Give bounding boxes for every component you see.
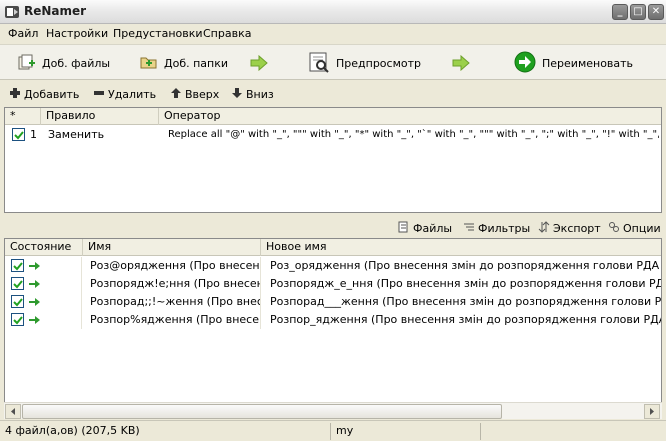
- add-rule-label: Добавить: [24, 88, 80, 101]
- column-separator: [260, 257, 261, 329]
- minimize-button[interactable]: _: [612, 4, 628, 20]
- rules-grid: * Правило Оператор 1 Заменить Replace al…: [4, 107, 662, 213]
- add-files-button[interactable]: Доб. файлы: [18, 51, 110, 75]
- arrow-up-icon: [171, 88, 181, 101]
- renamer-window: ReNamer _ □ ✕ Файл Настройки Предустанов…: [0, 0, 666, 441]
- scroll-left-button[interactable]: [5, 404, 21, 419]
- title-bar: ReNamer _ □ ✕: [0, 0, 666, 24]
- export-icon: [538, 221, 550, 236]
- file-name: Розпорядж!е;ння (Про внесенн...: [90, 277, 261, 290]
- remove-rule-label: Удалить: [108, 88, 157, 101]
- file-count-status: 4 файл(а,ов) (207,5 KB): [5, 424, 140, 437]
- export-button[interactable]: Экспорт: [538, 221, 601, 236]
- plus-icon: [10, 88, 20, 101]
- preview-icon: [308, 51, 330, 76]
- move-down-label: Вниз: [246, 88, 274, 101]
- files-grid: Состояние Имя Новое имя Роз@орядження (П…: [4, 238, 662, 402]
- file-checkbox[interactable]: [11, 277, 24, 290]
- status-arrow-icon: [29, 297, 41, 310]
- add-files-label: Доб. файлы: [42, 56, 111, 70]
- arrow-right-icon: [250, 54, 268, 72]
- column-header-new-name[interactable]: Новое имя: [261, 239, 661, 256]
- add-files-icon: [18, 54, 36, 73]
- user-status: my: [336, 424, 354, 437]
- filters-button[interactable]: Фильтры: [463, 221, 530, 236]
- file-new-name: Розпор_ядження (Про внесення змін до роз…: [270, 313, 661, 326]
- export-label: Экспорт: [553, 222, 601, 235]
- arrow-down-icon: [232, 88, 242, 101]
- files-menu-button[interactable]: Файлы: [398, 221, 452, 236]
- menu-settings[interactable]: Настройки: [46, 27, 108, 40]
- rename-label: Переименовать: [542, 56, 634, 70]
- rule-row[interactable]: 1 Заменить Replace all "@" with "_", """…: [5, 126, 661, 144]
- options-icon: [608, 221, 620, 236]
- preview-label: Предпросмотр: [336, 56, 421, 70]
- column-header-rule[interactable]: Правило: [41, 108, 159, 125]
- rename-button[interactable]: Переименовать: [514, 51, 633, 75]
- rules-grid-header: * Правило Оператор: [5, 108, 661, 125]
- file-checkbox[interactable]: [11, 313, 24, 326]
- add-folders-icon: [140, 54, 158, 73]
- rule-checkbox[interactable]: [12, 128, 25, 141]
- horizontal-scrollbar[interactable]: [4, 402, 662, 419]
- menu-help[interactable]: Справка: [203, 27, 251, 40]
- file-name: Роз@орядження (Про внесенн...: [90, 259, 261, 272]
- minus-icon: [94, 88, 104, 101]
- file-row[interactable]: Розпорад;;!~ження (Про внесе... Розпорад…: [5, 293, 661, 311]
- files-menu-label: Файлы: [413, 222, 453, 235]
- scrollbar-thumb[interactable]: [22, 404, 502, 419]
- move-up-label: Вверх: [185, 88, 220, 101]
- status-divider: [330, 423, 331, 440]
- status-arrow-icon: [29, 279, 41, 292]
- rules-toolbar: Добавить Удалить Вверх Вниз: [0, 84, 666, 106]
- column-header-star[interactable]: *: [5, 108, 41, 125]
- add-folders-label: Доб. папки: [164, 56, 229, 70]
- filters-label: Фильтры: [478, 222, 531, 235]
- menu-file[interactable]: Файл: [8, 27, 38, 40]
- file-new-name: Розпорядж_е_ння (Про внесення змін до ро…: [270, 277, 661, 290]
- options-label: Опции: [623, 222, 661, 235]
- file-row[interactable]: Розпор%ядження (Про внесенн... Розпор_яд…: [5, 311, 661, 329]
- files-grid-header: Состояние Имя Новое имя: [5, 239, 661, 256]
- scroll-right-button[interactable]: [644, 404, 660, 419]
- file-name: Розпор%ядження (Про внесенн...: [90, 313, 261, 326]
- column-separator: [81, 257, 82, 329]
- add-rule-button[interactable]: Добавить: [10, 88, 79, 101]
- file-row[interactable]: Розпорядж!е;ння (Про внесенн... Розпоряд…: [5, 275, 661, 293]
- status-bar: 4 файл(а,ов) (207,5 KB) my: [0, 420, 666, 441]
- rule-index: 1: [30, 128, 37, 141]
- file-row[interactable]: Роз@орядження (Про внесенн... Роз_орядже…: [5, 257, 661, 275]
- file-checkbox[interactable]: [11, 295, 24, 308]
- rule-name: Заменить: [48, 128, 105, 141]
- filter-icon: [463, 221, 475, 236]
- status-arrow-icon: [29, 261, 41, 274]
- files-toolbar: Файлы Фильтры Экспорт Опции: [0, 218, 666, 238]
- rename-go-icon: [514, 51, 536, 76]
- move-down-button[interactable]: Вниз: [232, 88, 274, 101]
- rule-operator: Replace all "@" with "_", """ with "_", …: [168, 129, 659, 140]
- remove-rule-button[interactable]: Удалить: [94, 88, 156, 101]
- file-new-name: Розпорад___ження (Про внесення змін до р…: [270, 295, 661, 308]
- add-folders-button[interactable]: Доб. папки: [140, 51, 228, 75]
- file-new-name: Роз_орядження (Про внесення змін до розп…: [270, 259, 661, 272]
- preview-button[interactable]: Предпросмотр: [308, 51, 421, 75]
- options-button[interactable]: Опции: [608, 221, 661, 236]
- files-icon: [398, 221, 410, 236]
- column-header-name[interactable]: Имя: [83, 239, 261, 256]
- menu-bar: Файл Настройки Предустановки Справка: [0, 25, 666, 43]
- file-name: Розпорад;;!~ження (Про внесе...: [90, 295, 261, 308]
- arrow-right-icon: [452, 54, 470, 72]
- maximize-button[interactable]: □: [630, 4, 646, 20]
- status-divider: [480, 423, 481, 440]
- move-up-button[interactable]: Вверх: [171, 88, 219, 101]
- file-checkbox[interactable]: [11, 259, 24, 272]
- main-toolbar: Доб. файлы Доб. папки Предпросмотр Переи…: [0, 44, 666, 80]
- column-header-operator[interactable]: Оператор: [159, 108, 661, 125]
- menu-presets[interactable]: Предустановки: [113, 27, 203, 40]
- status-arrow-icon: [29, 315, 41, 328]
- column-header-state[interactable]: Состояние: [5, 239, 83, 256]
- close-button[interactable]: ✕: [648, 4, 664, 20]
- renamer-app-icon: [4, 4, 20, 20]
- window-title: ReNamer: [24, 4, 87, 18]
